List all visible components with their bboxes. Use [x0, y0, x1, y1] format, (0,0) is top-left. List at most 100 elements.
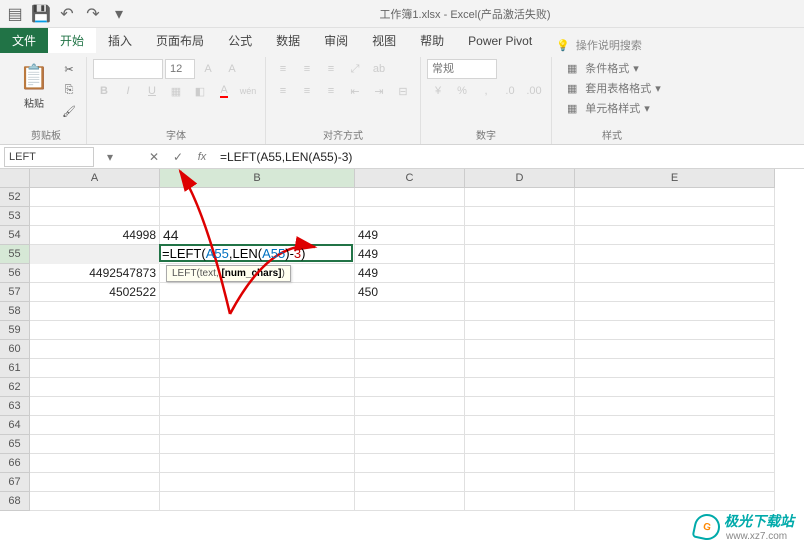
cell-A68[interactable]: [30, 492, 160, 511]
cell-D55[interactable]: [465, 245, 575, 264]
italic-button[interactable]: I: [117, 81, 139, 101]
cell-B55[interactable]: [160, 245, 355, 264]
cell-E64[interactable]: [575, 416, 775, 435]
column-header-E[interactable]: E: [575, 169, 775, 188]
cell-A58[interactable]: [30, 302, 160, 321]
cell-A67[interactable]: [30, 473, 160, 492]
cell-B53[interactable]: [160, 207, 355, 226]
undo-icon[interactable]: ↶: [56, 3, 78, 25]
cell-B52[interactable]: [160, 188, 355, 207]
redo-icon[interactable]: ↷: [82, 3, 104, 25]
cell-A64[interactable]: [30, 416, 160, 435]
name-box[interactable]: [4, 147, 94, 167]
cell-A54[interactable]: 44998: [30, 226, 160, 245]
cell-E65[interactable]: [575, 435, 775, 454]
cell-styles-button[interactable]: ▦单元格样式▾: [559, 99, 654, 117]
tab-formulas[interactable]: 公式: [216, 28, 264, 53]
cell-E57[interactable]: [575, 283, 775, 302]
cell-C53[interactable]: [355, 207, 465, 226]
cell-B66[interactable]: [160, 454, 355, 473]
cell-E66[interactable]: [575, 454, 775, 473]
cell-B58[interactable]: [160, 302, 355, 321]
cell-B60[interactable]: [160, 340, 355, 359]
row-header-61[interactable]: 61: [0, 359, 30, 378]
row-header-66[interactable]: 66: [0, 454, 30, 473]
qat-dropdown-icon[interactable]: ▾: [108, 3, 130, 25]
cell-E63[interactable]: [575, 397, 775, 416]
number-format-combo[interactable]: [427, 59, 497, 79]
row-header-54[interactable]: 54: [0, 226, 30, 245]
row-header-52[interactable]: 52: [0, 188, 30, 207]
phonetic-icon[interactable]: wén: [237, 81, 259, 101]
format-painter-icon[interactable]: 🖌: [58, 101, 80, 121]
orientation-icon[interactable]: ⤢: [344, 59, 366, 79]
cell-B65[interactable]: [160, 435, 355, 454]
row-header-60[interactable]: 60: [0, 340, 30, 359]
percent-format-icon[interactable]: %: [451, 81, 473, 101]
row-header-62[interactable]: 62: [0, 378, 30, 397]
cell-E68[interactable]: [575, 492, 775, 511]
cell-E54[interactable]: [575, 226, 775, 245]
cell-D53[interactable]: [465, 207, 575, 226]
cell-A59[interactable]: [30, 321, 160, 340]
formula-input[interactable]: [214, 147, 804, 167]
increase-decimal-icon[interactable]: .0: [499, 81, 521, 101]
cell-C63[interactable]: [355, 397, 465, 416]
align-center-icon[interactable]: ≡: [296, 81, 318, 101]
tab-view[interactable]: 视图: [360, 28, 408, 53]
copy-icon[interactable]: ⎘: [58, 80, 80, 100]
cell-D59[interactable]: [465, 321, 575, 340]
cell-E53[interactable]: [575, 207, 775, 226]
row-header-53[interactable]: 53: [0, 207, 30, 226]
cell-D67[interactable]: [465, 473, 575, 492]
row-header-65[interactable]: 65: [0, 435, 30, 454]
cell-A53[interactable]: [30, 207, 160, 226]
cell-D56[interactable]: [465, 264, 575, 283]
cell-C65[interactable]: [355, 435, 465, 454]
decrease-indent-icon[interactable]: ⇤: [344, 81, 366, 101]
cell-E56[interactable]: [575, 264, 775, 283]
row-header-63[interactable]: 63: [0, 397, 30, 416]
cell-D62[interactable]: [465, 378, 575, 397]
cell-C61[interactable]: [355, 359, 465, 378]
cell-B63[interactable]: [160, 397, 355, 416]
row-header-57[interactable]: 57: [0, 283, 30, 302]
cell-D58[interactable]: [465, 302, 575, 321]
tab-file[interactable]: 文件: [0, 28, 48, 53]
cell-B67[interactable]: [160, 473, 355, 492]
align-middle-icon[interactable]: ≡: [296, 59, 318, 79]
cell-C60[interactable]: [355, 340, 465, 359]
border-button[interactable]: ▦: [165, 81, 187, 101]
enter-formula-icon[interactable]: ✓: [166, 145, 190, 169]
cell-E55[interactable]: [575, 245, 775, 264]
spreadsheet-grid[interactable]: ABCDE 5253545556575859606162636465666768…: [0, 169, 804, 549]
cell-B62[interactable]: [160, 378, 355, 397]
paste-button[interactable]: 📋 粘贴: [12, 59, 56, 112]
select-all-corner[interactable]: [0, 169, 30, 188]
row-header-59[interactable]: 59: [0, 321, 30, 340]
cell-D63[interactable]: [465, 397, 575, 416]
align-top-icon[interactable]: ≡: [272, 59, 294, 79]
tab-help[interactable]: 帮助: [408, 28, 456, 53]
comma-format-icon[interactable]: ,: [475, 81, 497, 101]
cell-D61[interactable]: [465, 359, 575, 378]
wrap-text-icon[interactable]: ab: [368, 59, 390, 79]
tab-pagelayout[interactable]: 页面布局: [144, 28, 216, 53]
tab-insert[interactable]: 插入: [96, 28, 144, 53]
align-right-icon[interactable]: ≡: [320, 81, 342, 101]
cell-A62[interactable]: [30, 378, 160, 397]
cell-D54[interactable]: [465, 226, 575, 245]
fill-color-icon[interactable]: ◧: [189, 81, 211, 101]
row-header-56[interactable]: 56: [0, 264, 30, 283]
cell-B68[interactable]: [160, 492, 355, 511]
merge-center-icon[interactable]: ⊟: [392, 81, 414, 101]
tab-review[interactable]: 审阅: [312, 28, 360, 53]
cell-C58[interactable]: [355, 302, 465, 321]
column-header-B[interactable]: B: [160, 169, 355, 188]
cell-E67[interactable]: [575, 473, 775, 492]
cell-D52[interactable]: [465, 188, 575, 207]
row-header-64[interactable]: 64: [0, 416, 30, 435]
cell-E58[interactable]: [575, 302, 775, 321]
cell-A61[interactable]: [30, 359, 160, 378]
increase-indent-icon[interactable]: ⇥: [368, 81, 390, 101]
